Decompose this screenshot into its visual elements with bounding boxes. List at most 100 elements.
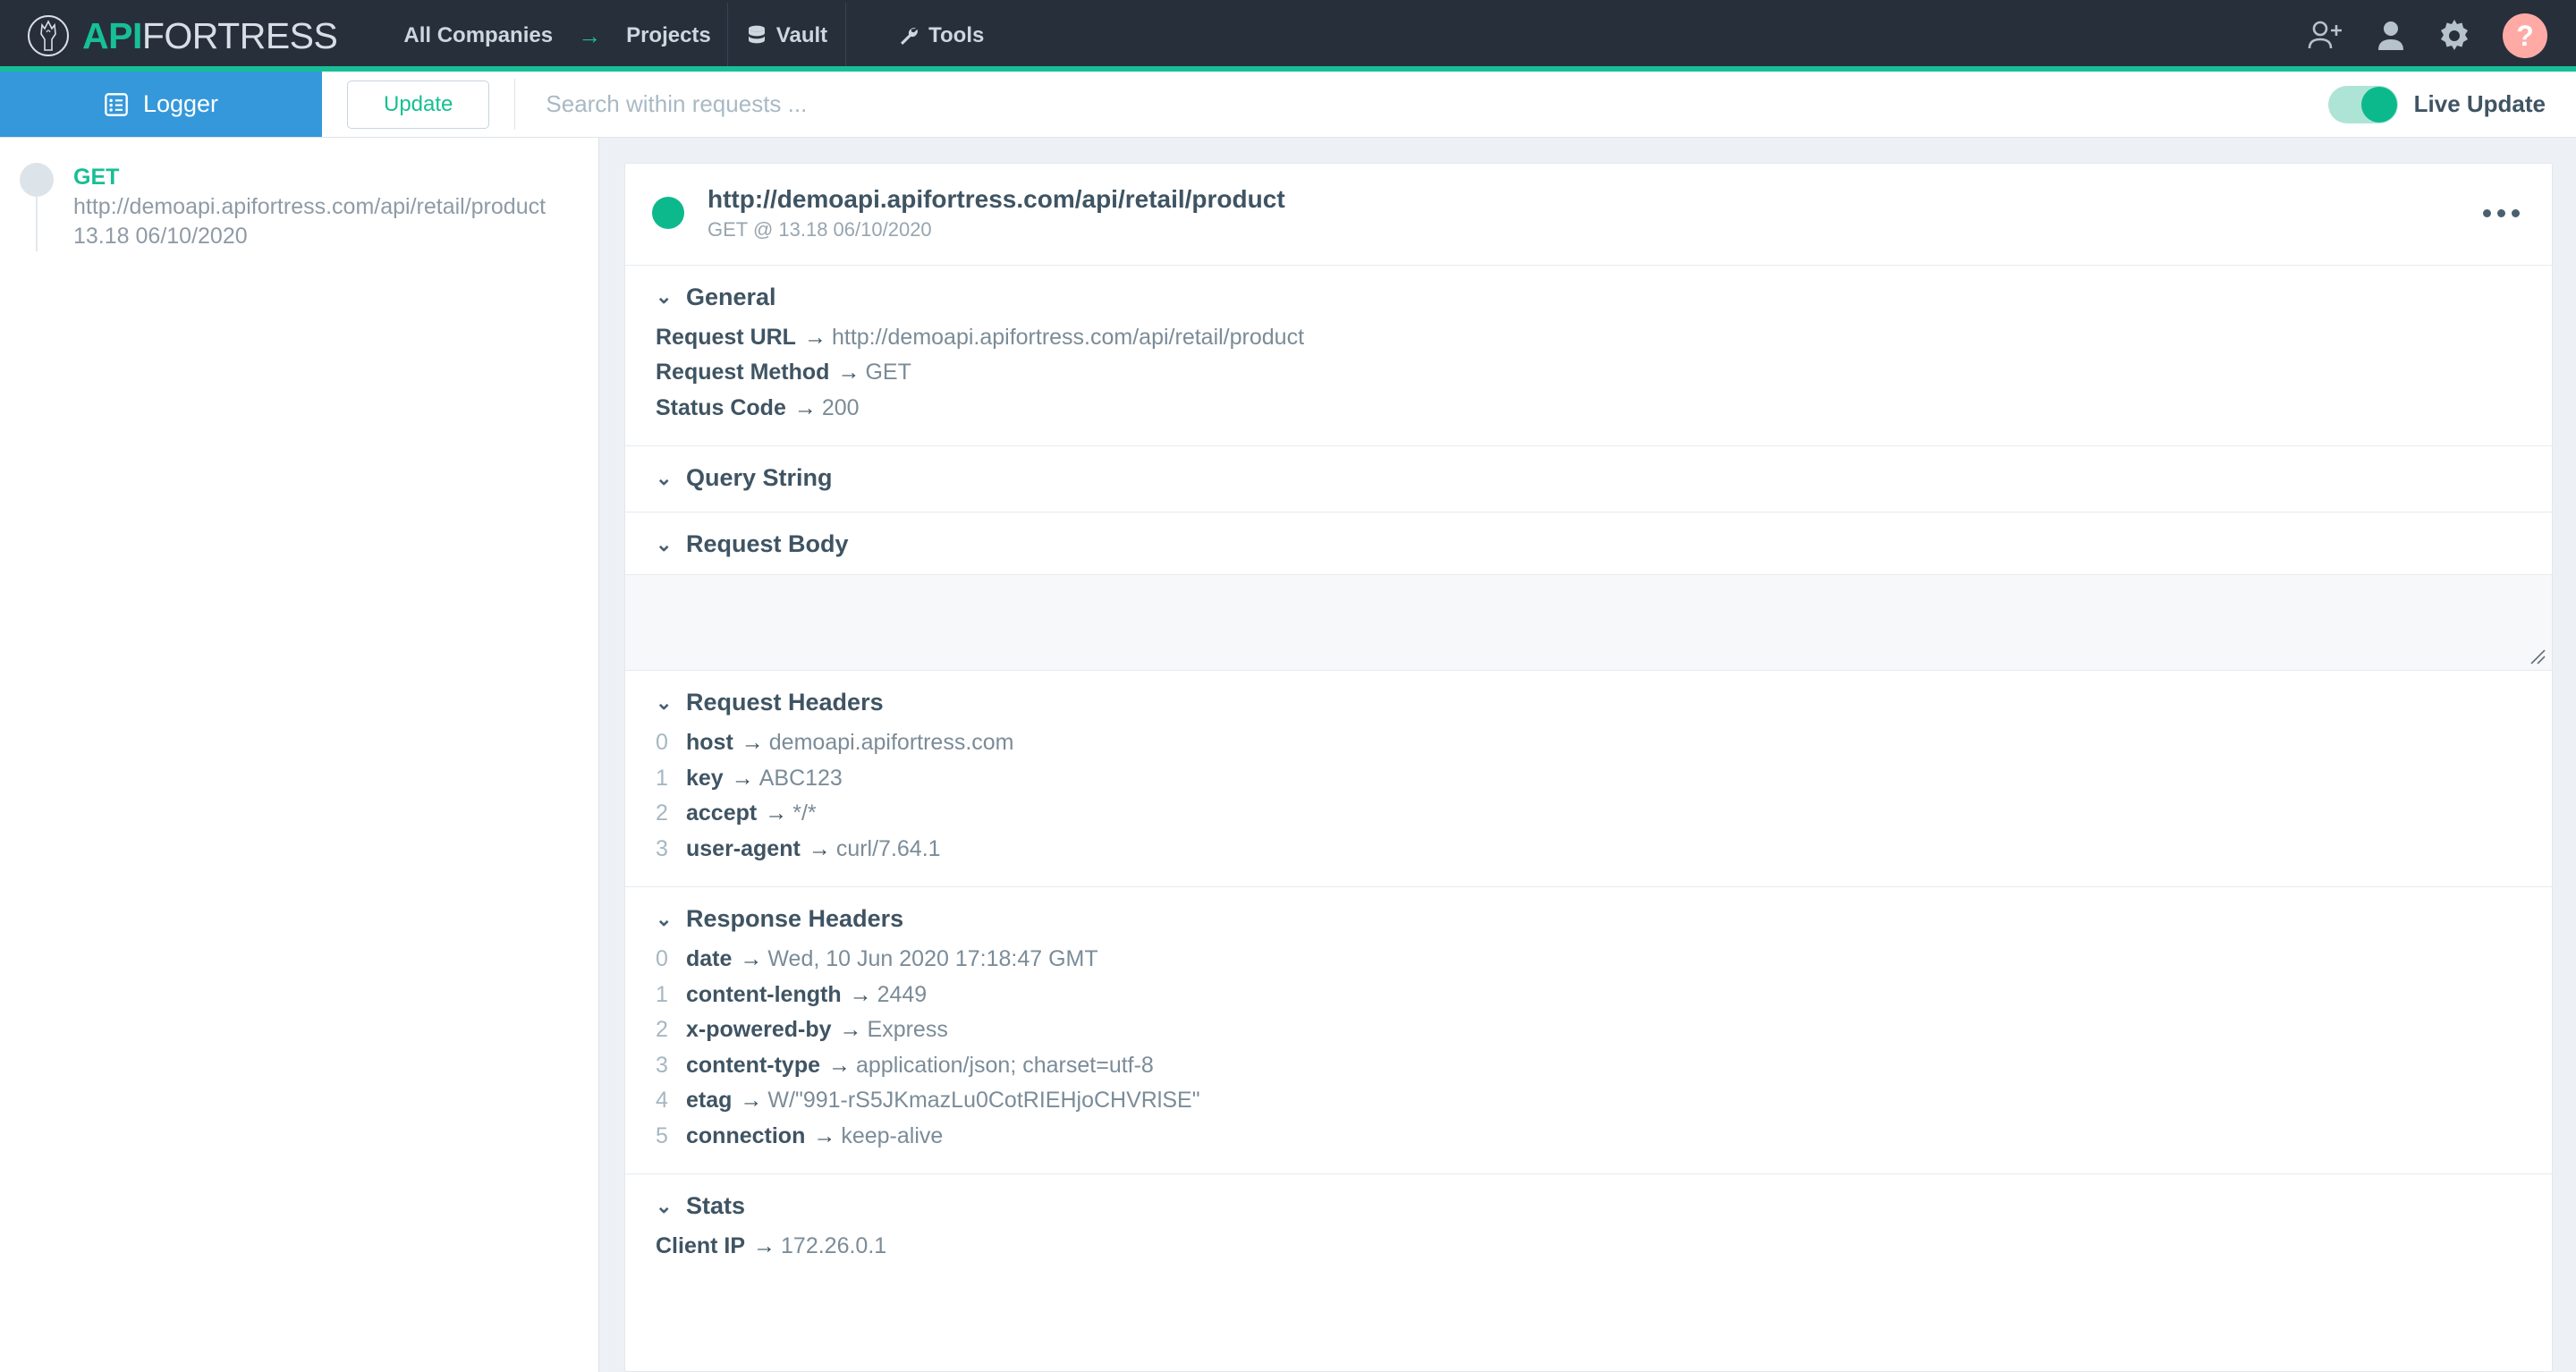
row-key: content-length xyxy=(686,981,842,1007)
row-arrow-icon: → xyxy=(753,1233,776,1259)
live-update-toggle[interactable] xyxy=(2327,85,2398,123)
secondary-toolbar: Logger Update Live Update xyxy=(0,72,2576,138)
kebab-menu-icon[interactable] xyxy=(2478,200,2525,226)
nav-item-vault[interactable]: Vault xyxy=(728,0,845,72)
row-arrow-icon: → xyxy=(808,835,831,861)
section-request-headers-header[interactable]: ⌄ Request Headers xyxy=(625,689,2552,716)
row-value: 172.26.0.1 xyxy=(781,1233,887,1259)
list-icon xyxy=(105,92,128,116)
brand-logo-area[interactable]: APIFORTRESS xyxy=(0,0,338,72)
row-key: etag xyxy=(686,1088,733,1114)
row-index: 0 xyxy=(656,730,668,756)
section-query-string-header[interactable]: ⌄ Query String xyxy=(625,464,2552,492)
chevron-down-icon: ⌄ xyxy=(656,690,673,714)
request-detail-panel: http://demoapi.apifortress.com/api/retai… xyxy=(599,138,2576,1372)
table-row: 5 connection → keep-alive xyxy=(656,1119,2552,1155)
row-key: Request URL xyxy=(656,324,796,350)
section-general-header[interactable]: ⌄ General xyxy=(625,284,2552,311)
detail-card-header: http://demoapi.apifortress.com/api/retai… xyxy=(625,164,2552,266)
nav-item-tools[interactable]: Tools xyxy=(880,0,1002,72)
row-value: keep-alive xyxy=(841,1122,944,1148)
tab-logger-label: Logger xyxy=(142,90,219,117)
nav-item-tools-label: Tools xyxy=(928,23,985,47)
nav-item-projects[interactable]: Projects xyxy=(610,0,727,72)
chevron-down-icon: ⌄ xyxy=(656,907,673,930)
chevron-down-icon: ⌄ xyxy=(656,285,673,309)
row-key: connection xyxy=(686,1122,806,1148)
nav-item-vault-label: Vault xyxy=(775,23,828,47)
row-index: 2 xyxy=(656,800,668,826)
table-row: Client IP → 172.26.0.1 xyxy=(656,1229,2552,1265)
row-key: content-type xyxy=(686,1052,820,1078)
section-response-headers-header[interactable]: ⌄ Response Headers xyxy=(625,905,2552,933)
row-key: date xyxy=(686,946,733,972)
stats-rows: Client IP → 172.26.0.1 xyxy=(625,1229,2552,1265)
row-arrow-icon: → xyxy=(813,1122,836,1148)
table-row: 2 x-powered-by → Express xyxy=(656,1012,2552,1048)
help-button[interactable]: ? xyxy=(2503,13,2547,58)
add-user-icon[interactable] xyxy=(2306,18,2345,54)
top-navigation-bar: APIFORTRESS All Companies → Projects Vau… xyxy=(0,0,2576,72)
general-rows: Request URL → http://demoapi.apifortress… xyxy=(625,320,2552,427)
row-index: 5 xyxy=(656,1122,668,1148)
nav-breadcrumb-arrow-icon: → xyxy=(578,21,602,49)
nav-item-all-companies[interactable]: All Companies xyxy=(387,0,569,72)
live-update-control[interactable]: Live Update xyxy=(2327,72,2576,137)
row-value: curl/7.64.1 xyxy=(835,835,941,861)
table-row: Request Method → GET xyxy=(656,355,2552,391)
status-indicator-dot xyxy=(652,197,684,230)
section-query-string: ⌄ Query String xyxy=(625,446,2552,513)
row-key: key xyxy=(686,765,724,791)
tab-logger[interactable]: Logger xyxy=(0,72,322,137)
detail-header-text: http://demoapi.apifortress.com/api/retai… xyxy=(708,183,2478,243)
section-general: ⌄ General Request URL → http://demoapi.a… xyxy=(625,266,2552,447)
row-arrow-icon: → xyxy=(803,324,826,350)
nav-divider-2 xyxy=(845,3,847,69)
request-body-textarea[interactable] xyxy=(625,574,2552,672)
request-status-dot xyxy=(20,163,54,197)
row-value: Wed, 10 Jun 2020 17:18:47 GMT xyxy=(767,946,1098,972)
resize-handle-icon[interactable] xyxy=(2529,648,2546,665)
list-item[interactable]: GET http://demoapi.apifortress.com/api/r… xyxy=(0,138,598,251)
row-arrow-icon: → xyxy=(793,394,817,420)
row-index: 1 xyxy=(656,981,668,1007)
brand-fortress-text: FORTRESS xyxy=(141,14,338,56)
row-index: 1 xyxy=(656,765,668,791)
timeline-line xyxy=(36,197,38,251)
table-row: Request URL → http://demoapi.apifortress… xyxy=(656,320,2552,356)
chevron-down-icon: ⌄ xyxy=(656,466,673,489)
section-stats-header[interactable]: ⌄ Stats xyxy=(625,1192,2552,1220)
row-arrow-icon: → xyxy=(765,800,788,826)
row-arrow-icon: → xyxy=(828,1052,851,1078)
section-request-body-title: Request Body xyxy=(686,530,849,558)
gear-icon[interactable] xyxy=(2436,18,2472,54)
row-value: Express xyxy=(867,1017,948,1043)
row-key: Request Method xyxy=(656,360,830,385)
row-value: 2449 xyxy=(877,981,928,1007)
request-url: http://demoapi.apifortress.com/api/retai… xyxy=(73,194,547,219)
chevron-down-icon: ⌄ xyxy=(656,1194,673,1217)
timeline-marker xyxy=(0,163,73,251)
request-detail-card: http://demoapi.apifortress.com/api/retai… xyxy=(624,163,2553,1372)
user-icon[interactable] xyxy=(2376,18,2406,54)
table-row: 4 etag → W/"991-rS5JKmazLu0CotRIEHjoCHVR… xyxy=(656,1083,2552,1119)
row-arrow-icon: → xyxy=(839,1017,862,1043)
search-input[interactable] xyxy=(515,72,2328,137)
brand-wordmark: APIFORTRESS xyxy=(82,14,338,56)
row-key: Client IP xyxy=(656,1233,746,1259)
table-row: 0 host → demoapi.apifortress.com xyxy=(656,725,2552,761)
row-value: ABC123 xyxy=(758,765,843,791)
row-value: GET xyxy=(865,360,911,385)
row-value: application/json; charset=utf-8 xyxy=(856,1052,1154,1078)
row-value: http://demoapi.apifortress.com/api/retai… xyxy=(831,324,1305,350)
section-general-title: General xyxy=(686,283,776,310)
response-headers-rows: 0 date → Wed, 10 Jun 2020 17:18:47 GMT 1… xyxy=(625,942,2552,1154)
update-button[interactable]: Update xyxy=(347,80,490,129)
section-response-headers-title: Response Headers xyxy=(686,905,904,933)
request-method: GET xyxy=(73,165,120,190)
request-summary: GET http://demoapi.apifortress.com/api/r… xyxy=(73,163,564,251)
main-content-area: GET http://demoapi.apifortress.com/api/r… xyxy=(0,138,2576,1372)
row-value: */* xyxy=(792,800,817,826)
section-request-body-header[interactable]: ⌄ Request Body xyxy=(625,530,2552,558)
row-key: accept xyxy=(686,800,758,826)
